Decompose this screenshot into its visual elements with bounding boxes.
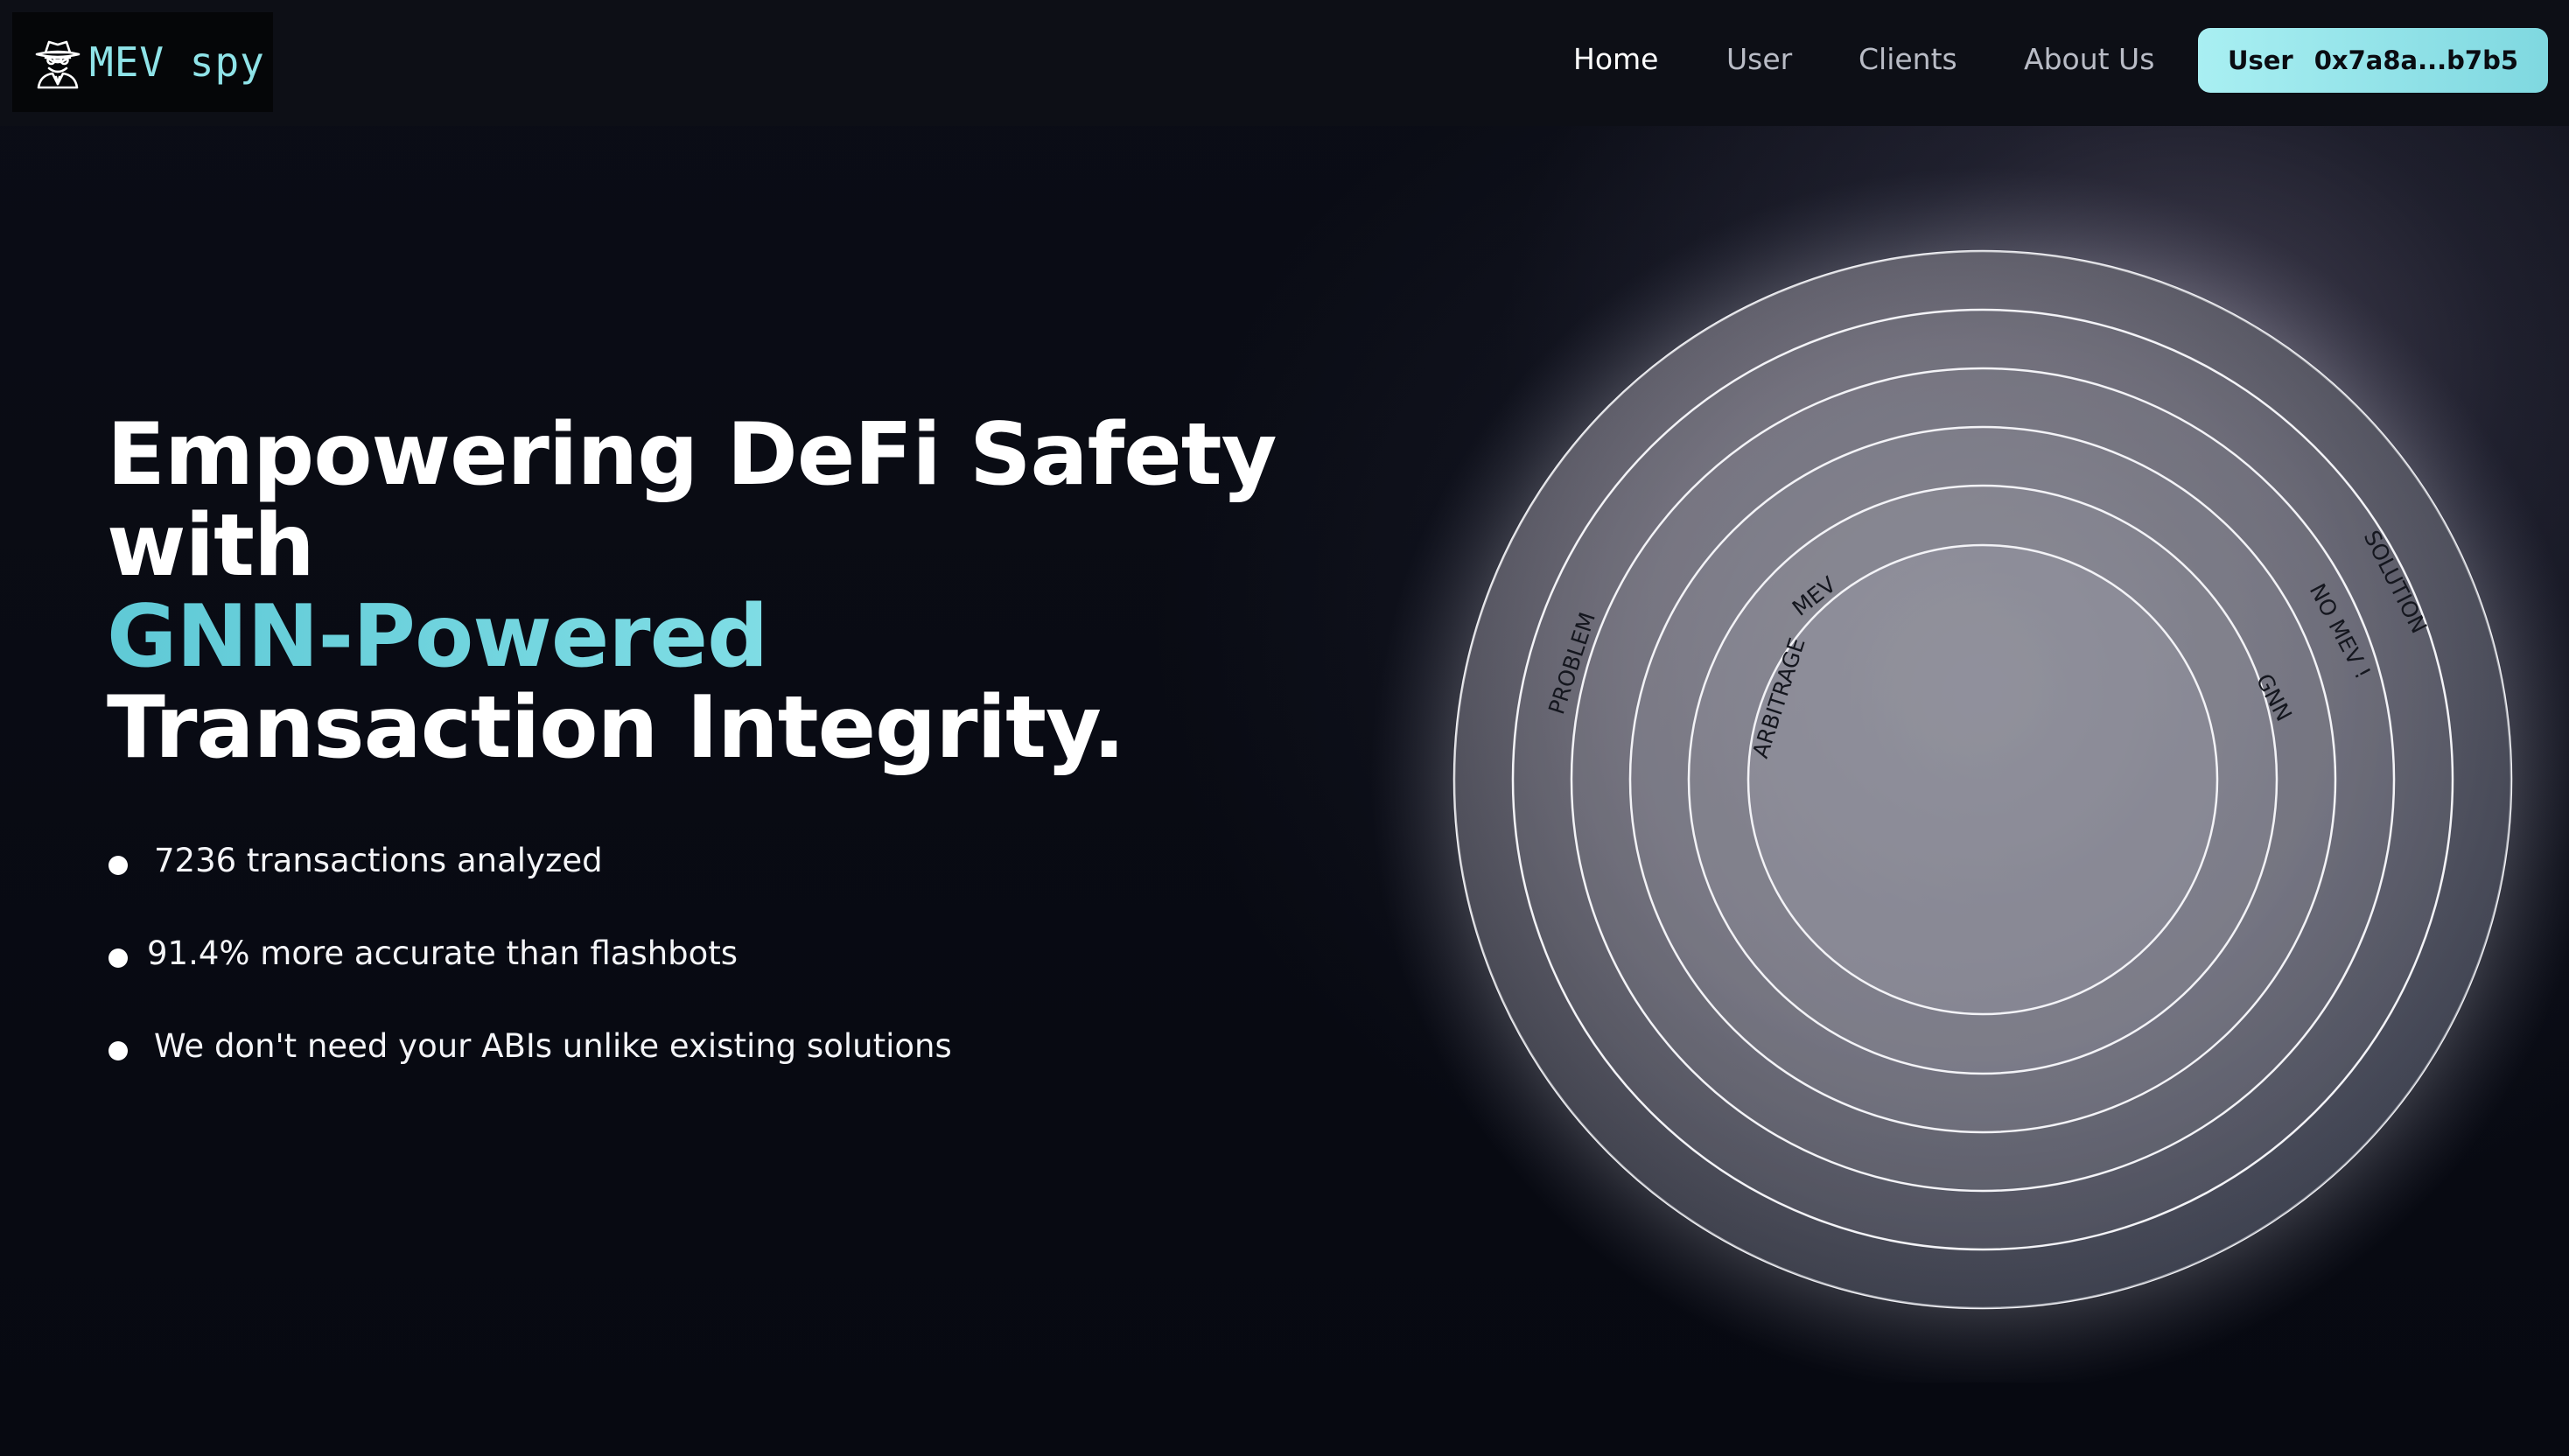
wallet-address: 0x7a8a...b7b5	[2314, 46, 2519, 75]
top-navbar: MEV spy Home User Clients About Us User …	[0, 0, 2569, 126]
feature-text: We don't need your ABIs unlike existing …	[154, 1027, 952, 1065]
nav-home[interactable]: Home	[1573, 42, 1658, 76]
hero-title-accent: GNN-Powered	[107, 592, 1277, 682]
bullet-dot-icon	[108, 948, 128, 968]
nav-user[interactable]: User	[1726, 42, 1792, 76]
hero-title-line1: Empowering DeFi Safety	[107, 405, 1278, 505]
bullet-dot-icon	[108, 856, 128, 875]
feature-item: 91.4% more accurate than flashbots	[108, 934, 952, 1027]
nav-clients[interactable]: Clients	[1858, 42, 1957, 76]
feature-text: 7236 transactions analyzed	[154, 842, 603, 879]
feature-item: We don't need your ABIs unlike existing …	[108, 1027, 952, 1120]
hero-title-line4: Transaction Integrity.	[107, 678, 1125, 778]
bullet-dot-icon	[108, 1041, 128, 1060]
feature-item: 7236 transactions analyzed	[108, 842, 952, 934]
hero-title-line2: with	[107, 496, 315, 596]
wallet-label: User	[2227, 46, 2293, 75]
hero-title: Empowering DeFi Safety with GNN-Powered …	[107, 405, 1278, 778]
logo-text: MEV spy	[89, 38, 265, 86]
nav-about-us[interactable]: About Us	[2024, 42, 2154, 76]
feature-text: 91.4% more accurate than flashbots	[147, 934, 738, 972]
logo[interactable]: MEV spy	[12, 12, 273, 112]
spy-icon	[35, 40, 80, 89]
concentric-rings-graphic: PROBLEM ARBITRAGE MEV GNN NO MEV ! SOLUT…	[1370, 167, 2569, 1382]
ring-1	[1746, 543, 2219, 1016]
wallet-button[interactable]: User 0x7a8a...b7b5	[2198, 28, 2548, 93]
feature-list: 7236 transactions analyzed 91.4% more ac…	[108, 842, 952, 1120]
